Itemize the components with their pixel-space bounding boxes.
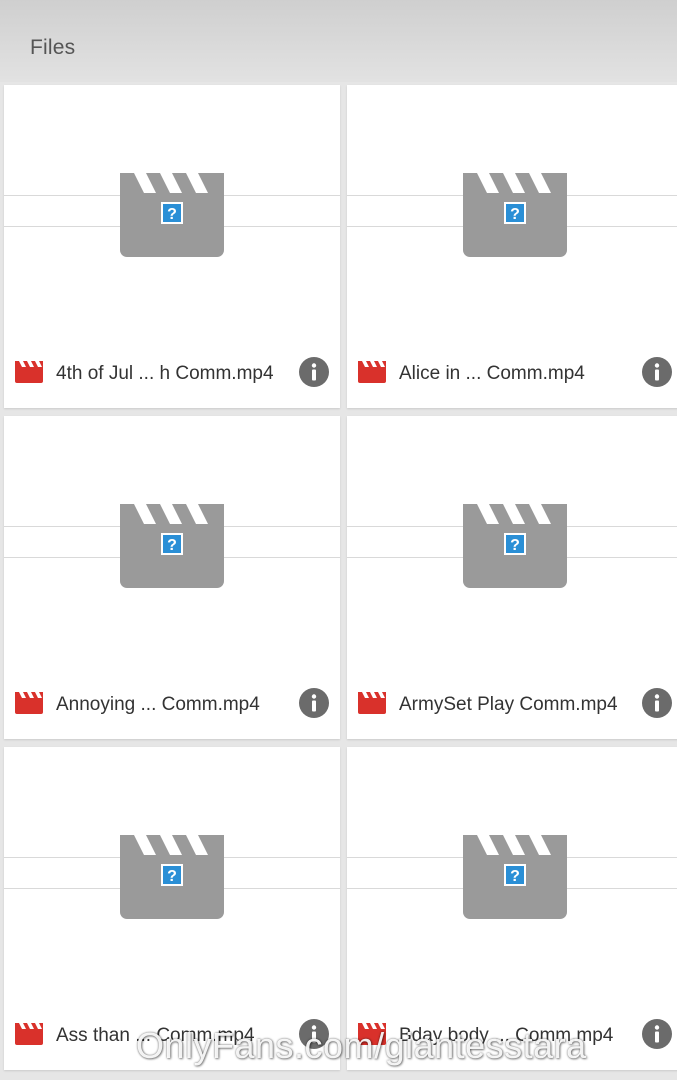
file-tile[interactable]: ? Bday body ... Comm.mp4 — [347, 747, 677, 1070]
video-placeholder-icon: ? — [463, 504, 567, 588]
file-tile[interactable]: ? Alice in ... Comm.mp4 — [347, 85, 677, 408]
file-name[interactable]: 4th of Jul ... h Comm.mp4 — [56, 363, 294, 385]
file-tile[interactable]: ? Ass than ... Comm.mp4 — [4, 747, 340, 1070]
page-title: Files — [30, 36, 76, 59]
file-tile[interactable]: ? ArmySet Play Comm.mp4 — [347, 416, 677, 739]
video-file-icon — [358, 361, 386, 383]
svg-text:?: ? — [510, 206, 520, 223]
svg-text:?: ? — [510, 537, 520, 554]
info-icon[interactable] — [642, 688, 672, 718]
video-placeholder-icon: ? — [463, 173, 567, 257]
file-name[interactable]: Annoying ... Comm.mp4 — [56, 694, 294, 716]
svg-text:?: ? — [167, 206, 177, 223]
file-footer: ArmySet Play Comm.mp4 — [347, 684, 677, 724]
file-footer: Alice in ... Comm.mp4 — [347, 353, 677, 393]
info-icon[interactable] — [299, 357, 329, 387]
video-placeholder-icon: ? — [463, 835, 567, 919]
svg-text:?: ? — [510, 868, 520, 885]
info-icon[interactable] — [642, 357, 672, 387]
file-name[interactable]: Alice in ... Comm.mp4 — [399, 363, 637, 385]
video-file-icon — [15, 361, 43, 383]
video-placeholder-icon: ? — [120, 504, 224, 588]
video-placeholder-icon: ? — [120, 835, 224, 919]
info-icon[interactable] — [299, 688, 329, 718]
video-file-icon — [358, 692, 386, 714]
file-tile[interactable]: ? Annoying ... Comm.mp4 — [4, 416, 340, 739]
watermark: OnlyFans.com/giantesstara — [136, 1025, 587, 1066]
video-file-icon — [15, 692, 43, 714]
file-footer: Annoying ... Comm.mp4 — [4, 684, 340, 724]
app-header: Files — [0, 0, 677, 82]
video-file-icon — [15, 1023, 43, 1045]
file-name[interactable]: ArmySet Play Comm.mp4 — [399, 694, 637, 716]
svg-text:?: ? — [167, 537, 177, 554]
file-grid: ? 4th of Jul ... h Comm.mp4 ? Alice in .… — [0, 82, 677, 1080]
svg-text:?: ? — [167, 868, 177, 885]
file-tile[interactable]: ? 4th of Jul ... h Comm.mp4 — [4, 85, 340, 408]
video-placeholder-icon: ? — [120, 173, 224, 257]
file-footer: 4th of Jul ... h Comm.mp4 — [4, 353, 340, 393]
